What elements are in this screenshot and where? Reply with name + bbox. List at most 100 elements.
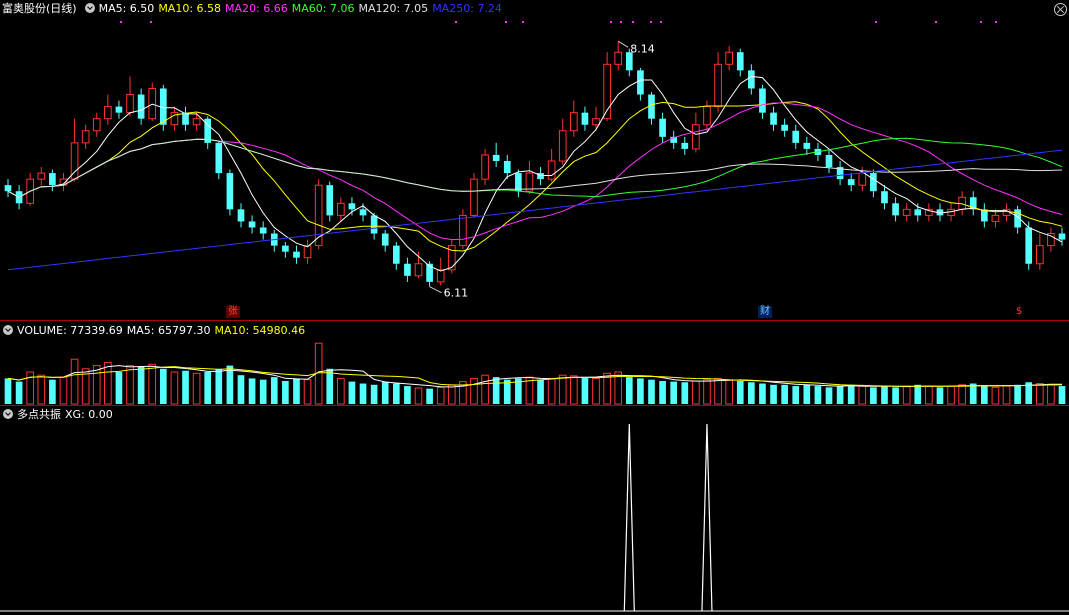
candle-body (692, 124, 700, 150)
volume-bar (803, 384, 811, 404)
volume-bar (237, 375, 245, 404)
volume-bar (436, 386, 445, 405)
indicator-dropdown-icon[interactable] (3, 409, 13, 419)
volume-bar (37, 374, 46, 405)
candle-body (481, 154, 489, 180)
volume-bar (570, 375, 578, 405)
volume-label: VOLUME: 77339.69 (17, 324, 123, 337)
candle-body (37, 172, 46, 180)
volume-bar (303, 379, 312, 405)
candle-body (736, 52, 744, 71)
price-chart[interactable]: 8.14 6.11 (0, 0, 1069, 320)
volume-bar (182, 370, 189, 404)
ma10-label: MA10: 6.58 (158, 2, 222, 15)
volume-bar (714, 377, 722, 405)
volume-bar (958, 384, 966, 405)
volume-bar (892, 387, 899, 404)
candle-body (404, 263, 411, 276)
volume-bar (248, 378, 256, 404)
volume-bar (592, 377, 600, 405)
candle-body (1025, 227, 1033, 264)
dropdown-icon[interactable] (84, 3, 95, 13)
volume-bar (215, 368, 223, 404)
signal-dot (632, 21, 634, 23)
candle-body (748, 70, 755, 89)
volume-bar (159, 368, 167, 404)
candle-body (570, 112, 578, 132)
volume-bar (825, 387, 833, 404)
candle-body (1058, 233, 1066, 240)
low-label: 6.11 (444, 287, 469, 300)
candle-body (503, 161, 511, 174)
volume-bar (881, 386, 888, 404)
volume-bar (969, 383, 977, 404)
volume-bar (470, 377, 478, 405)
candle-body (470, 178, 478, 216)
volume-bar (293, 378, 300, 404)
candle-body (703, 106, 711, 126)
low-pointer (429, 286, 442, 294)
indicator-xg: XG: 0.00 (65, 408, 113, 421)
candle-body (459, 214, 467, 247)
volume-bar (648, 379, 655, 404)
volume-bar (359, 383, 367, 404)
xg-signal-spike (623, 423, 635, 612)
ma250-label: MA250: 7.24 (432, 2, 502, 15)
volume-bar (581, 377, 589, 404)
volume-bar (404, 386, 411, 404)
volume-bar (981, 386, 988, 404)
candle-body (991, 214, 1000, 222)
volume-bar (503, 379, 511, 404)
volume-bar (781, 384, 788, 404)
candle-body (614, 51, 623, 65)
volume-bar (936, 387, 944, 404)
candle-body (381, 233, 389, 246)
signal-dot (120, 21, 122, 23)
candle-body (282, 245, 289, 252)
volume-bar (481, 374, 489, 405)
volume-bar (104, 361, 112, 405)
volume-bar (736, 380, 744, 404)
candle-body (847, 179, 855, 186)
volume-bar (92, 365, 101, 405)
volume-bar (991, 386, 1000, 405)
volume-bar (126, 365, 134, 405)
candle-body (914, 209, 922, 216)
indicator-chart[interactable] (0, 406, 1069, 613)
marker-cai[interactable]: 财 (758, 306, 772, 318)
signal-dot (980, 21, 982, 23)
candle-body (215, 142, 223, 174)
candle-body (148, 87, 157, 120)
volume-bar (414, 387, 423, 405)
candle-body (248, 221, 256, 228)
volume-bar (326, 368, 334, 404)
signal-dot (620, 21, 622, 23)
high-label: 8.14 (630, 42, 655, 55)
candle-body (314, 184, 323, 247)
volume-bar (748, 382, 755, 404)
candle-body (137, 94, 145, 119)
candle-body (115, 106, 123, 113)
candle-body (792, 130, 800, 143)
candle-body (126, 94, 134, 114)
signal-dot (660, 21, 662, 23)
candle-body (681, 142, 689, 149)
marker-dollar[interactable]: $ (1014, 306, 1025, 318)
volume-bar (659, 380, 666, 404)
ma20-label: MA20: 6.66 (225, 2, 288, 15)
candle-body (581, 112, 589, 125)
candle-body (303, 245, 312, 259)
signal-dot (995, 21, 997, 23)
marker-zhang[interactable]: 张 (226, 306, 240, 318)
volume-dropdown-icon[interactable] (3, 325, 13, 335)
volume-ma5-label: MA5: 65797.30 (126, 324, 211, 337)
volume-bar (381, 381, 389, 404)
candle-body (70, 142, 79, 180)
volume-bar (4, 378, 12, 404)
volume-bar (947, 385, 955, 405)
signal-dot (875, 21, 877, 23)
volume-bar (792, 386, 800, 404)
candle-body (558, 130, 567, 162)
candle-body (892, 203, 899, 216)
volume-bar (681, 382, 689, 404)
